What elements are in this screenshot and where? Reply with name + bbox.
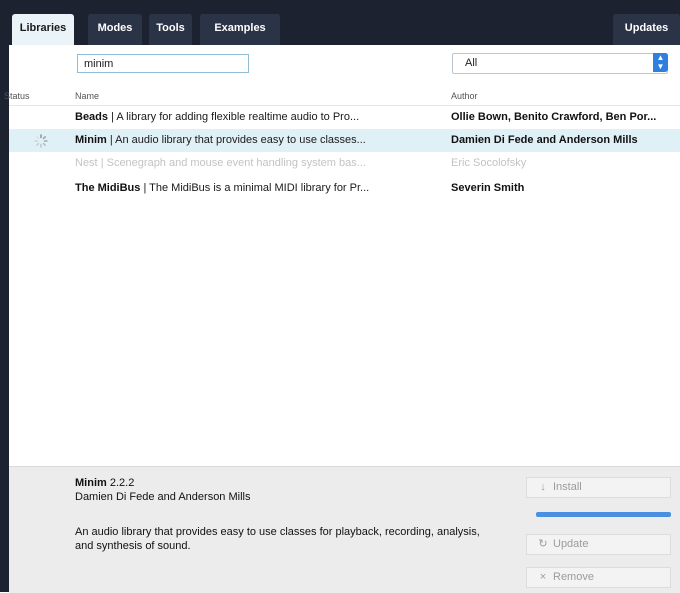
library-row-selected[interactable]: Minim | An audio library that provides e… xyxy=(9,129,680,152)
library-description: | Scenegraph and mouse event handling sy… xyxy=(100,157,366,169)
library-author: Severin Smith xyxy=(451,182,525,194)
column-header-name[interactable]: Name xyxy=(75,91,99,101)
tab-bar: Libraries Modes Tools Examples Updates xyxy=(0,0,680,45)
detail-author: Damien Di Fede and Anderson Mills xyxy=(75,491,251,503)
library-row-disabled[interactable]: Nest | Scenegraph and mouse event handli… xyxy=(9,152,680,175)
tab-examples[interactable]: Examples xyxy=(200,14,280,45)
refresh-icon: ↻ xyxy=(538,538,548,550)
library-author: Damien Di Fede and Anderson Mills xyxy=(451,134,638,146)
window-left-edge xyxy=(0,0,9,592)
detail-description: An audio library that provides easy to u… xyxy=(75,526,480,552)
library-description: | An audio library that provides easy to… xyxy=(109,134,366,146)
library-name: The MidiBus xyxy=(75,182,141,194)
update-button-label: Update xyxy=(553,538,589,550)
library-name-cell: Minim | An audio library that provides e… xyxy=(75,134,366,146)
download-arrow-icon: ↓ xyxy=(540,481,546,493)
column-header-status[interactable]: Status xyxy=(4,91,30,101)
library-name: Minim xyxy=(75,134,107,146)
library-name-cell: Nest | Scenegraph and mouse event handli… xyxy=(75,157,366,169)
search-input[interactable] xyxy=(77,54,249,73)
library-manager-window: Libraries Modes Tools Examples Updates A… xyxy=(0,0,680,593)
library-author: Eric Socolofsky xyxy=(451,157,527,169)
library-name: Nest xyxy=(75,157,98,169)
library-description: | A library for adding flexible realtime… xyxy=(111,111,360,123)
library-description: | The MidiBus is a minimal MIDI library … xyxy=(143,182,370,194)
tab-tools[interactable]: Tools xyxy=(149,14,192,45)
detail-library-name: Minim xyxy=(75,477,107,489)
filter-selected-value: All xyxy=(465,57,478,69)
libraries-panel: All ▲▼ Status Name Author Beads | A libr… xyxy=(4,45,680,593)
library-details-pane: Minim 2.2.2 Damien Di Fede and Anderson … xyxy=(9,466,680,593)
update-button[interactable]: ↻ Update xyxy=(526,534,671,555)
library-name-cell: The MidiBus | The MidiBus is a minimal M… xyxy=(75,182,369,194)
table-header: Status Name Author xyxy=(4,91,680,106)
library-name-cell: Beads | A library for adding flexible re… xyxy=(75,111,359,123)
column-header-author[interactable]: Author xyxy=(451,91,478,101)
category-filter-select[interactable]: All ▲ ▼ xyxy=(452,53,668,74)
install-button[interactable]: ↓ Install xyxy=(526,477,671,498)
detail-version: 2.2.2 xyxy=(109,477,135,489)
tab-libraries[interactable]: Libraries xyxy=(12,14,74,45)
library-author: Ollie Bown, Benito Crawford, Ben Por... xyxy=(451,111,657,123)
install-button-label: Install xyxy=(553,481,582,493)
library-row[interactable]: The MidiBus | The MidiBus is a minimal M… xyxy=(9,177,680,200)
tab-modes[interactable]: Modes xyxy=(88,14,142,45)
select-updown-arrows-icon: ▲ ▼ xyxy=(653,53,668,72)
library-row[interactable]: Beads | A library for adding flexible re… xyxy=(9,106,680,129)
spinner-icon xyxy=(34,134,48,148)
library-name: Beads xyxy=(75,111,109,123)
detail-title: Minim 2.2.2 xyxy=(75,477,134,489)
close-x-icon: × xyxy=(539,571,547,583)
tab-updates[interactable]: Updates xyxy=(613,14,680,45)
remove-button-label: Remove xyxy=(553,571,594,583)
install-progress-bar xyxy=(536,512,671,517)
remove-button[interactable]: × Remove xyxy=(526,567,671,588)
